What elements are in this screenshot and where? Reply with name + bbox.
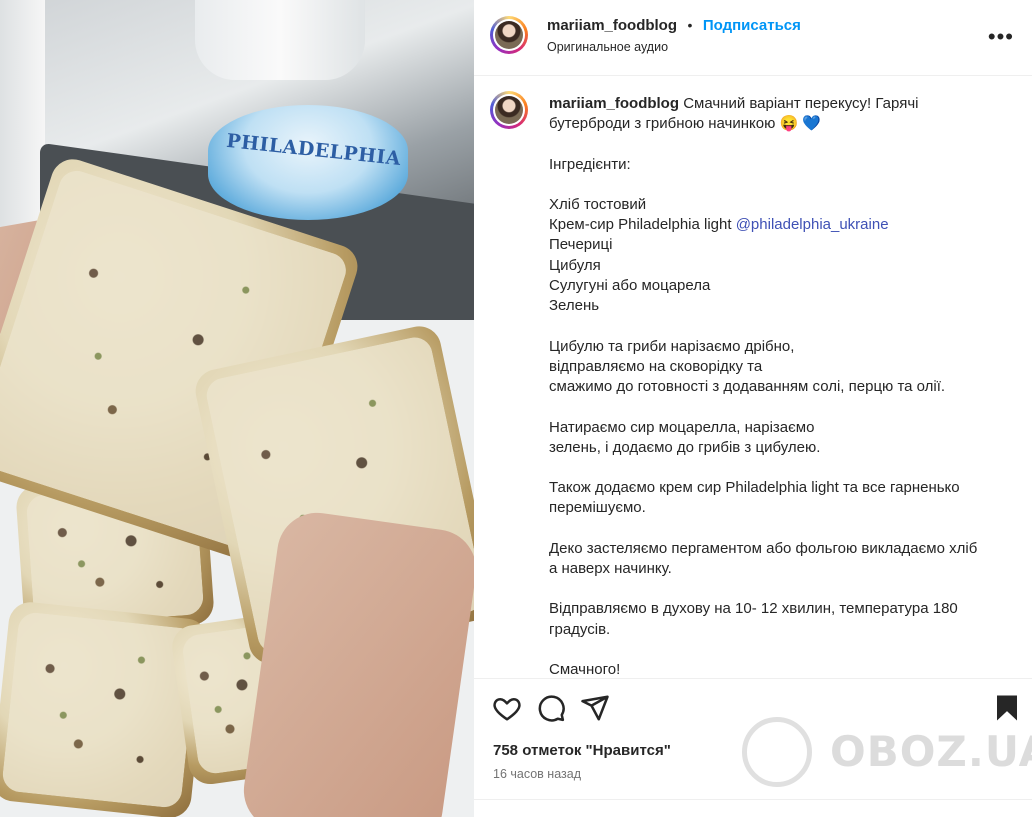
share-icon[interactable] bbox=[580, 693, 610, 723]
ingredient-3: Печериці bbox=[549, 236, 613, 254]
heart-icon[interactable] bbox=[492, 693, 522, 723]
ingredient-4: Цибуля bbox=[549, 256, 601, 274]
step-3: Також додаємо крем сир Philadelphia ligh… bbox=[549, 479, 960, 517]
post-time[interactable]: 16 часов назад bbox=[493, 767, 581, 781]
step-4: Деко застеляємо пергаментом або фольгою … bbox=[549, 539, 978, 578]
mention-link[interactable]: @philadelphia_ukraine bbox=[736, 216, 889, 233]
avatar[interactable] bbox=[490, 16, 528, 54]
likes-count[interactable]: 758 отметок "Нравится" bbox=[493, 742, 671, 759]
caption-username[interactable]: mariiam_foodblog bbox=[549, 95, 679, 112]
ingredient-6: Зелень bbox=[549, 297, 600, 315]
more-options-icon[interactable]: ••• bbox=[988, 24, 1014, 50]
brand-label: PHILADELPHIA bbox=[225, 129, 403, 171]
divider bbox=[474, 799, 1032, 800]
step-2: Натираємо сир моцарелла, нарізаємо зелен… bbox=[549, 418, 821, 456]
caption: mariiam_foodblog Смачний варіант перекус… bbox=[549, 94, 989, 680]
separator-dot: • bbox=[687, 17, 693, 33]
step-1: Цибулю та гриби нарізаємо дрібно, відпра… bbox=[549, 337, 946, 396]
ingredients-title: Інгредієнти: bbox=[549, 155, 631, 173]
post-header: mariiam_foodblog • Подписаться Оригиналь… bbox=[474, 0, 1032, 76]
ingredient-2-line: Крем-сир Philadelphia light @philadelphi… bbox=[549, 215, 989, 235]
audio-link[interactable]: Оригинальное аудио bbox=[547, 40, 668, 54]
step-5: Відправляємо в духову на 10- 12 хвилин, … bbox=[549, 600, 958, 638]
watermark-logo-icon bbox=[742, 717, 812, 787]
ingredient-1: Хліб тостовий bbox=[549, 195, 647, 213]
watermark-text: OBOZ.UA bbox=[830, 727, 1032, 776]
ingredient-5: Сулугуні або моцарела bbox=[549, 277, 711, 295]
caption-intro-line: mariiam_foodblog Смачний варіант перекус… bbox=[549, 94, 989, 135]
post-panel: mariiam_foodblog • Подписаться Оригиналь… bbox=[474, 0, 1032, 817]
post-actions: 758 отметок "Нравится" 16 часов назад OB… bbox=[474, 678, 1032, 818]
cream-cheese-box: PHILADELPHIA bbox=[208, 105, 408, 220]
follow-button[interactable]: Подписаться bbox=[703, 17, 801, 34]
username-link[interactable]: mariiam_foodblog bbox=[547, 17, 677, 34]
post-photo[interactable]: PHILADELPHIA bbox=[0, 0, 474, 817]
watermark: OBOZ.UA bbox=[742, 717, 1032, 787]
header-title-row: mariiam_foodblog • Подписаться bbox=[547, 17, 801, 35]
caption-avatar[interactable] bbox=[490, 91, 528, 129]
comment-icon[interactable] bbox=[536, 693, 566, 723]
ingredient-2: Крем-сир Philadelphia light bbox=[549, 216, 736, 234]
jar-image bbox=[195, 0, 365, 80]
bottle-image bbox=[0, 0, 45, 230]
